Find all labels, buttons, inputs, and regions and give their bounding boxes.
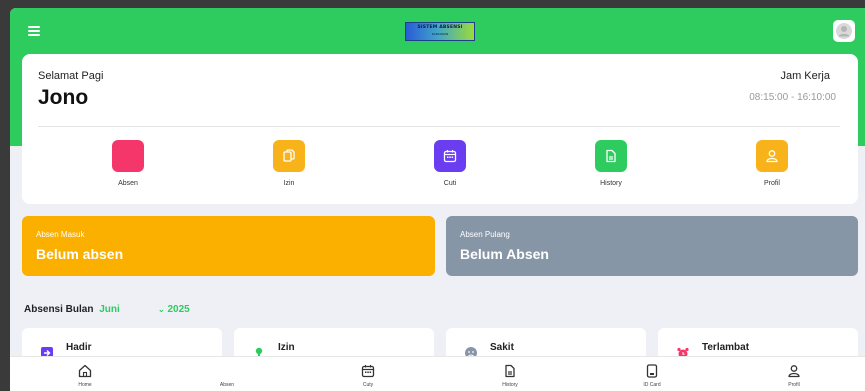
menu-label: History (600, 180, 622, 187)
logo-title: SISTEM ABSENSI (417, 25, 463, 30)
logo-subtitle: KARYAWAN (431, 32, 449, 36)
nav-history[interactable]: History (480, 363, 540, 388)
nav-profil[interactable]: Profil (764, 363, 824, 388)
menu-cuti[interactable]: Cuti (415, 140, 485, 187)
calendar-icon (361, 365, 375, 378)
jam-kerja-value: 08:15:00 - 16:10:00 (749, 92, 836, 103)
greeting-label: Selamat Pagi (38, 70, 104, 82)
nav-label: Absen (219, 382, 235, 388)
stat-label: Terlambat (702, 342, 750, 353)
menu-history[interactable]: History (576, 140, 646, 187)
stat-label: Sakit (490, 342, 514, 353)
nav-absen[interactable]: Absen (197, 363, 257, 388)
avatar[interactable] (833, 20, 855, 42)
nav-home[interactable]: Home (55, 363, 115, 388)
nav-label: Cuty (362, 382, 374, 388)
divider (38, 126, 840, 127)
top-bar: SISTEM ABSENSI KARYAWAN (10, 8, 865, 54)
greeting-card: Selamat Pagi Jono Jam Kerja 08:15:00 - 1… (22, 54, 858, 204)
app-frame: SISTEM ABSENSI KARYAWAN Selamat Pagi Jon… (10, 8, 865, 391)
nav-label: ID Card (643, 382, 661, 388)
absen-pulang-card[interactable]: Absen Pulang Belum Absen (446, 216, 858, 276)
menu-izin[interactable]: Izin (254, 140, 324, 187)
document-icon (595, 140, 627, 172)
absen-masuk-label: Absen Masuk (36, 230, 85, 239)
menu-label: Izin (283, 180, 295, 187)
absen-masuk-value: Belum absen (36, 246, 124, 262)
month-filter-label: Absensi Bulan (24, 304, 94, 315)
user-name: Jono (38, 86, 89, 109)
user-icon (756, 140, 788, 172)
menu-label: Absen (118, 180, 138, 187)
menu-profil[interactable]: Profil (737, 140, 807, 187)
nav-cuty[interactable]: Cuty (338, 363, 398, 388)
stat-label: Hadir (66, 342, 92, 353)
user-avatar-icon (836, 23, 852, 39)
nav-label: Home (78, 382, 92, 388)
document-icon (505, 364, 515, 378)
stat-label: Izin (278, 342, 295, 353)
hamburger-menu-icon[interactable] (28, 26, 40, 36)
month-filter: Absensi Bulan Juni (24, 304, 120, 315)
menu-absen[interactable]: Absen (93, 140, 163, 187)
document-copy-icon (273, 140, 305, 172)
menu-label: Profil (764, 180, 780, 187)
id-card-icon (646, 364, 658, 378)
year-value: 2025 (167, 304, 190, 315)
chevron-down-icon: ⌄ (158, 305, 165, 314)
nav-label: Profil (788, 382, 800, 388)
user-icon (788, 365, 800, 378)
absen-pulang-value: Belum Absen (460, 246, 549, 262)
month-select[interactable]: Juni (99, 304, 120, 315)
jam-kerja-label: Jam Kerja (780, 70, 830, 82)
app-logo: SISTEM ABSENSI KARYAWAN (405, 22, 475, 41)
year-select[interactable]: ⌄ 2025 (158, 304, 190, 315)
home-icon (78, 364, 92, 378)
calendar-icon (434, 140, 466, 172)
absen-icon (112, 140, 144, 172)
bottom-navigation: Home Absen Cuty History ID Card Profil (10, 356, 865, 391)
menu-label: Cuti (443, 180, 457, 187)
absen-masuk-card[interactable]: Absen Masuk Belum absen (22, 216, 435, 276)
nav-label: History (502, 382, 518, 388)
nav-id-card[interactable]: ID Card (622, 363, 682, 388)
absen-pulang-label: Absen Pulang (460, 230, 510, 239)
